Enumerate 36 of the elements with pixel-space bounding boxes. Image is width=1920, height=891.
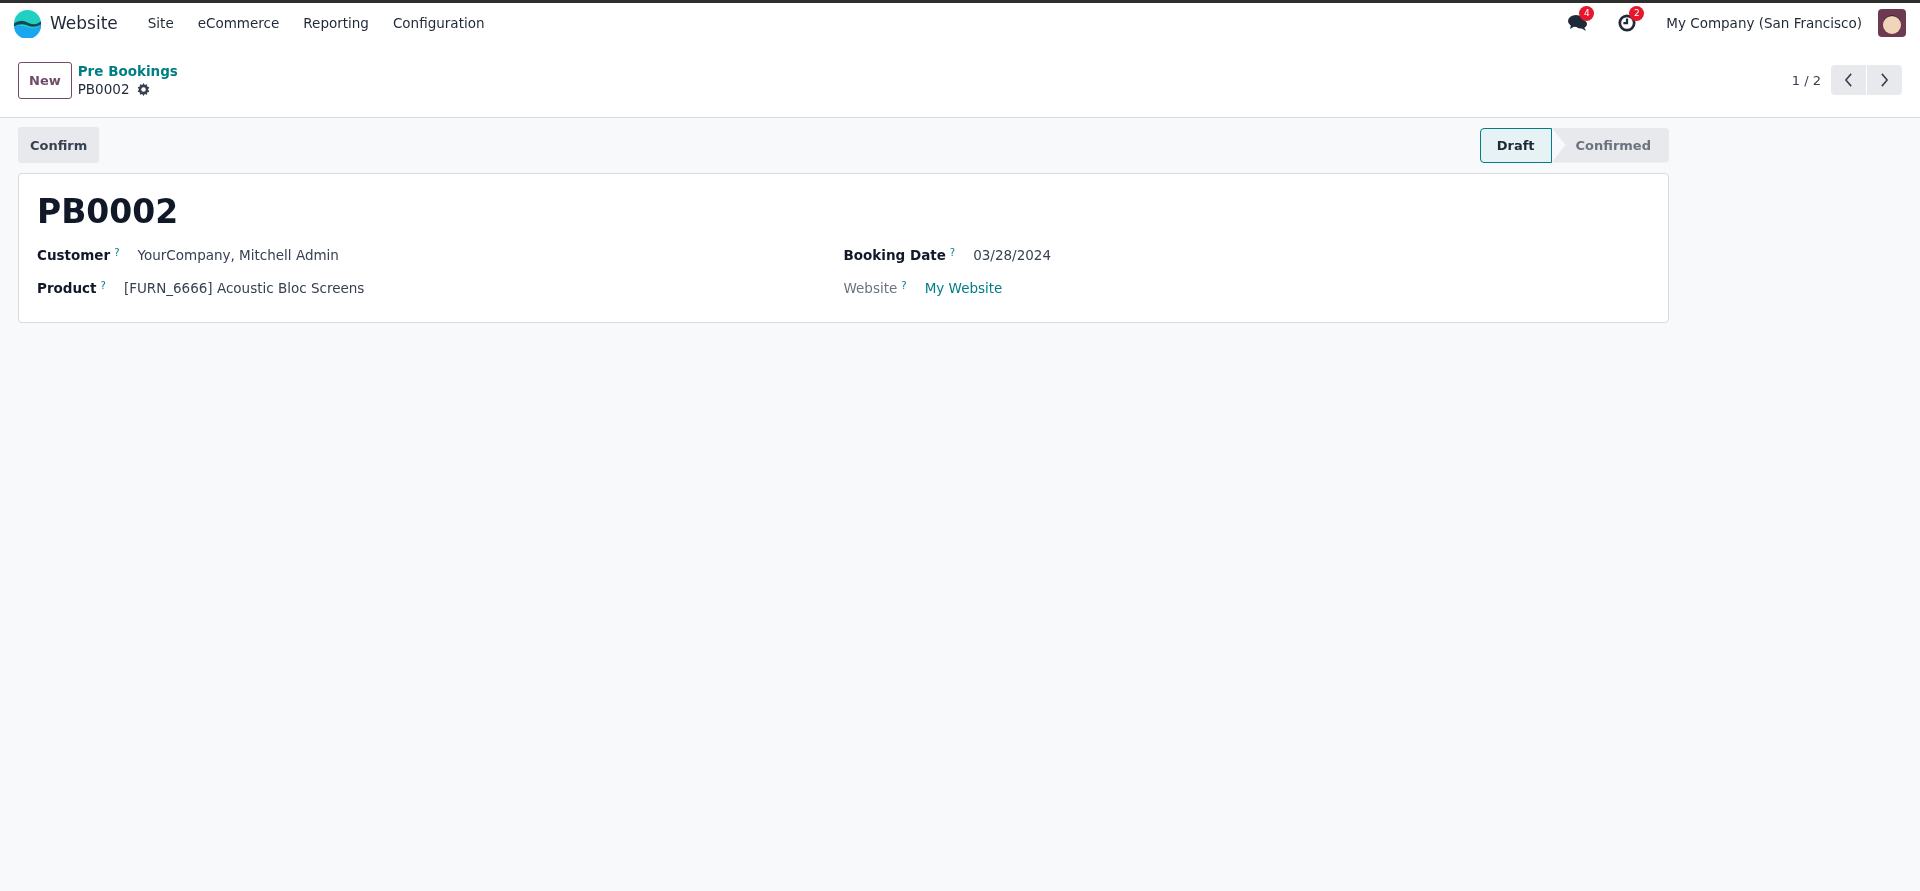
pager-value: 1 / 2 — [1791, 72, 1821, 88]
menu-item[interactable]: Reporting — [291, 15, 381, 31]
menu-item[interactable]: Configuration — [380, 15, 497, 31]
notification-badge: 4 — [1579, 6, 1595, 21]
status-stage[interactable]: Draft — [1479, 127, 1552, 163]
next-button[interactable] — [1867, 65, 1902, 95]
field-label: Customer — [37, 247, 111, 263]
help-tooltip[interactable]: ? — [100, 280, 106, 296]
menu-item[interactable]: eCommerce — [185, 15, 292, 31]
help-tooltip[interactable]: ? — [114, 247, 120, 263]
menu-item[interactable]: Site — [135, 15, 186, 31]
app-name[interactable]: Website — [50, 13, 118, 33]
field-label: Booking Date — [843, 247, 946, 263]
app-logo-icon[interactable] — [13, 8, 42, 38]
field-label: Product — [37, 280, 97, 296]
field-value: YourCompany, Mitchell Admin — [137, 247, 339, 263]
clock-icon[interactable] — [1618, 14, 1637, 32]
confirm-button[interactable]: Confirm — [18, 127, 100, 163]
notification-badge: 2 — [1629, 6, 1645, 21]
record-title: PB0002 — [37, 192, 180, 231]
avatar-icon[interactable] — [1878, 9, 1906, 37]
field-link[interactable]: My Website — [924, 280, 1003, 296]
company-switcher[interactable]: My Company (San Francisco) — [1666, 15, 1862, 31]
field-value: [FURN_6666] Acoustic Bloc Screens — [123, 280, 365, 296]
field-label: Website — [843, 280, 898, 296]
breadcrumb-link[interactable]: Pre Bookings — [77, 63, 178, 79]
chevron-right-icon — [1880, 73, 1889, 87]
status-stage[interactable]: Confirmed — [1551, 127, 1669, 163]
help-tooltip[interactable]: ? — [901, 280, 907, 296]
field-value: 03/28/2024 — [973, 247, 1051, 263]
record-name: PB0002 — [77, 81, 130, 97]
chevron-left-icon — [1844, 73, 1853, 87]
help-tooltip[interactable]: ? — [949, 247, 956, 263]
gear-icon[interactable] — [137, 82, 151, 96]
previous-button[interactable] — [1831, 65, 1866, 95]
new-button[interactable]: New — [18, 61, 72, 99]
